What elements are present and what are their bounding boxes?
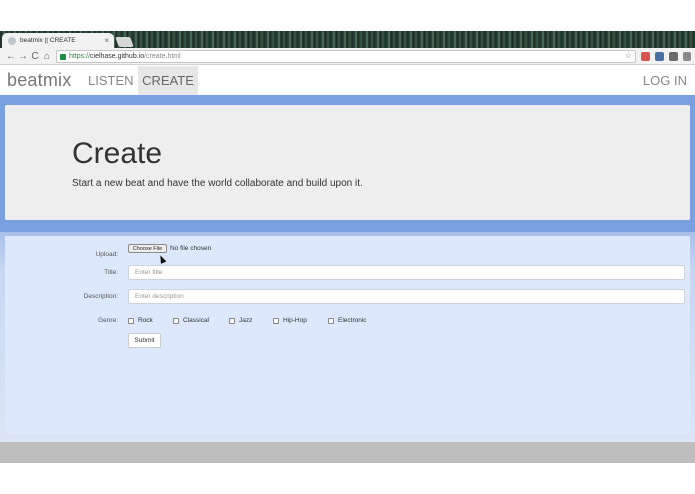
menu-icon[interactable] <box>683 52 691 61</box>
favicon-icon <box>8 36 16 45</box>
genre-label: Genre: <box>98 317 118 324</box>
url-host: cielhase.github.io <box>90 53 145 60</box>
close-tab-icon[interactable]: × <box>104 36 114 45</box>
submit-button[interactable]: Submit <box>128 333 161 348</box>
back-arrow-icon[interactable]: ← <box>5 51 17 62</box>
extension-icon[interactable] <box>655 52 664 61</box>
genre-option-hip-hop[interactable]: Hip-Hop <box>273 317 307 324</box>
forward-arrow-icon[interactable]: → <box>17 51 29 62</box>
genre-option-electronic[interactable]: Electronic <box>328 317 367 324</box>
bookmark-star-icon[interactable]: ☆ <box>625 51 632 60</box>
page-lead: Start a new beat and have the world coll… <box>72 178 363 189</box>
upload-label: Upload: <box>95 251 118 258</box>
login-link[interactable]: LOG IN <box>643 66 687 95</box>
browser-tab[interactable]: beatmix || CREATE × <box>2 33 114 48</box>
checkbox[interactable] <box>173 317 179 324</box>
checkbox[interactable] <box>229 317 235 324</box>
genre-option-label: Rock <box>138 317 153 324</box>
tab-title: beatmix || CREATE <box>20 37 76 44</box>
url-scheme: https:// <box>69 53 91 60</box>
checkbox[interactable] <box>328 317 334 324</box>
brand-logo[interactable]: beatmix <box>7 70 71 91</box>
genre-option-label: Electronic <box>338 317 367 324</box>
url-path: /create.html <box>144 53 181 60</box>
nav-item-listen[interactable]: LISTEN <box>82 66 140 95</box>
genre-option-jazz[interactable]: Jazz <box>229 317 252 324</box>
genre-option-classical[interactable]: Classical <box>173 317 209 324</box>
site-navbar: beatmix LISTEN CREATE LOG IN <box>0 66 695 95</box>
title-input[interactable]: Enter title <box>128 265 685 280</box>
extension-icon[interactable] <box>669 52 678 61</box>
new-tab-button[interactable] <box>115 37 134 47</box>
file-status-text: No file chosen <box>170 245 212 252</box>
choose-file-button[interactable]: Choose File <box>128 244 167 253</box>
lock-icon <box>60 53 66 60</box>
screen: beatmix || CREATE × ← → C ⌂ https:// cie… <box>0 0 695 494</box>
address-bar[interactable]: https:// cielhase.github.io /create.html… <box>56 50 636 63</box>
create-form: Upload: Choose File No file chosen Title… <box>5 236 690 434</box>
genre-option-rock[interactable]: Rock <box>128 317 153 324</box>
checkbox[interactable] <box>128 317 134 324</box>
nav-item-create[interactable]: CREATE <box>138 66 198 95</box>
hero-panel: Create Start a new beat and have the wor… <box>5 105 690 220</box>
footer-bar <box>0 442 695 463</box>
home-icon[interactable]: ⌂ <box>41 51 53 62</box>
genre-option-label: Jazz <box>239 317 253 324</box>
reload-icon[interactable]: C <box>29 51 41 62</box>
description-input[interactable]: Enter description <box>128 289 685 304</box>
genre-option-label: Classical <box>183 317 210 324</box>
mouse-cursor-icon <box>157 254 167 264</box>
title-label: Title: <box>104 269 118 276</box>
genre-option-label: Hip-Hop <box>283 317 307 324</box>
page-title: Create <box>72 137 163 170</box>
extension-icon[interactable] <box>641 52 650 61</box>
description-label: Description: <box>83 293 118 300</box>
checkbox[interactable] <box>273 317 279 324</box>
